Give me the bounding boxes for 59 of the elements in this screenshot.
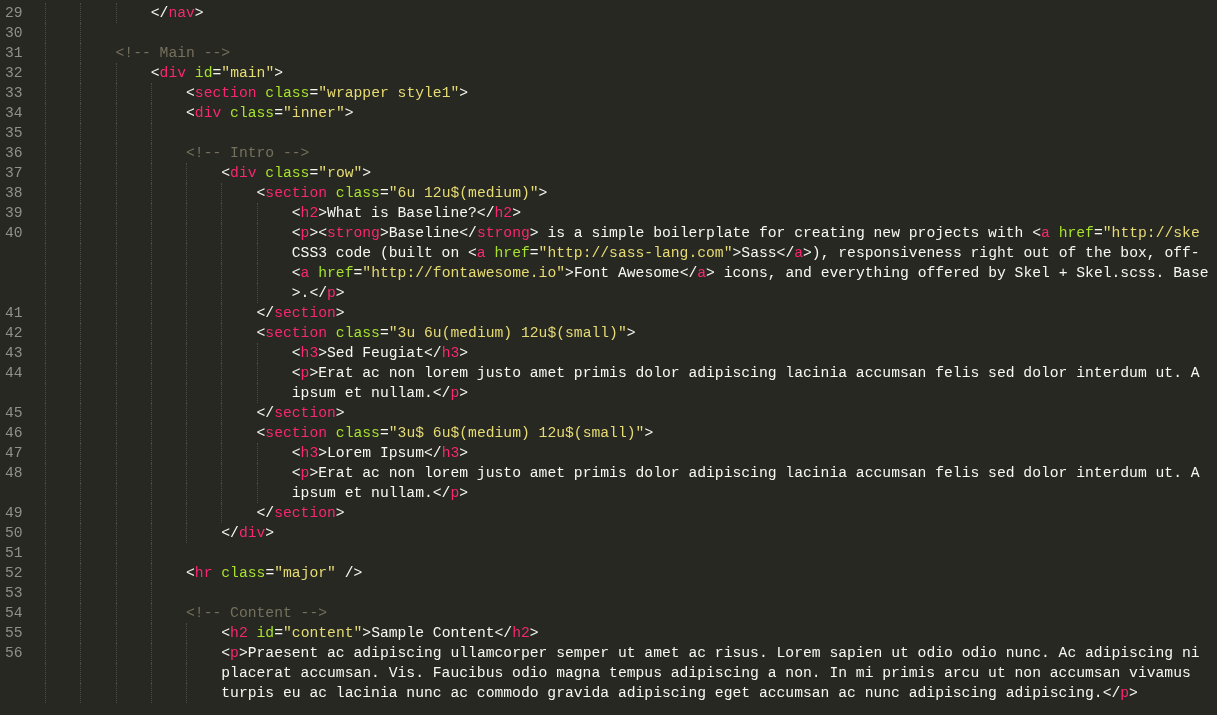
line-number: 45 [5,405,23,421]
code-line: turpis eu ac lacinia nunc ac commodo gravida adipiscing eget accumsan ac nunc adipiscing adipiscing.</p> [221,684,1138,703]
line-number: 38 [5,185,23,201]
code-line: <a href="http://fontawesome.io">Font Awesome</a> icons, and everything offered by Skel + Skel.scss. Base [291,264,1209,283]
line-number: 44 [5,365,23,381]
line-number: 50 [5,525,23,541]
code-line: <hr class="major" /> [186,564,363,583]
line-number: 35 [5,125,23,141]
line-number: 39 [5,205,23,221]
line-number: 56 [5,645,23,661]
code-line: ipsum et nullam.</p> [291,384,469,403]
code-line: <!-- Intro --> [186,144,310,163]
code-line: <h2 id="content">Sample Content</h2> [221,624,539,643]
line-number: 32 [5,65,23,81]
line-number: 30 [5,25,23,41]
line-number: 48 [5,465,23,481]
line-number: 41 [5,305,23,321]
code-line: <p>Erat ac non lorem justo amet primis dolor adipiscing lacinia accumsan felis sed dolor interdum ut. A [291,464,1200,483]
code-line: <!-- Content --> [186,604,328,623]
code-line: <section class="3u$ 6u$(medium) 12u$(small)"> [256,424,654,443]
line-number: 53 [5,585,23,601]
line-number: 52 [5,565,23,581]
code-line: <section class="wrapper style1"> [186,84,469,103]
line-number: 33 [5,85,23,101]
line-number: 36 [5,145,23,161]
code-line: </nav> [150,4,204,23]
line-number: 40 [5,225,23,241]
code-line: <div class="inner"> [186,104,354,123]
line-number: 49 [5,505,23,521]
code-line: </section> [256,304,345,323]
line-number: 54 [5,605,23,621]
code-line: >.</p> [291,284,345,303]
code-line: CSS3 code (built on <a href="http://sass-lang.com">Sass</a>), responsiveness right out of the box, off- [291,244,1200,263]
code-line: ipsum et nullam.</p> [291,484,469,503]
code-line: <div id="main"> [150,64,284,83]
line-number: 46 [5,425,23,441]
line-number: 47 [5,445,23,461]
line-number: 43 [5,345,23,361]
code-line: <p>Praesent ac adipiscing ullamcorper semper ut amet ac risus. Lorem sapien ut odio odio nunc. Ac adipiscing ni [221,644,1200,663]
code-line: <h3>Sed Feugiat</h3> [291,344,469,363]
code-line: </div> [221,524,275,543]
code-line: <section class="6u 12u$(medium)"> [256,184,548,203]
line-number: 34 [5,105,23,121]
line-number: 37 [5,165,23,181]
code-line: <!-- Main --> [115,44,231,63]
code-line: <div class="row"> [221,164,372,183]
line-number: 29 [5,5,23,21]
code-line: <p><strong>Baseline</strong> is a simple boilerplate for creating new projects with <a href="http://ske [291,224,1200,243]
code-line: placerat accumsan. Vis. Faucibus odio magna tempus adipiscing a non. In mi primis arcu ut non accumsan vivamus [221,664,1191,683]
line-number: 42 [5,325,23,341]
line-number: 55 [5,625,23,641]
code-line: </section> [256,504,345,523]
code-line: <p>Erat ac non lorem justo amet primis dolor adipiscing lacinia accumsan felis sed dolor interdum ut. A [291,364,1200,383]
code-line: <section class="3u 6u(medium) 12u$(small)"> [256,324,636,343]
code-line: <h2>What is Baseline?</h2> [291,204,521,223]
line-number: 31 [5,45,23,61]
code-line: <h3>Lorem Ipsum</h3> [291,444,469,463]
line-number: 51 [5,545,23,561]
code-line: </section> [256,404,345,423]
